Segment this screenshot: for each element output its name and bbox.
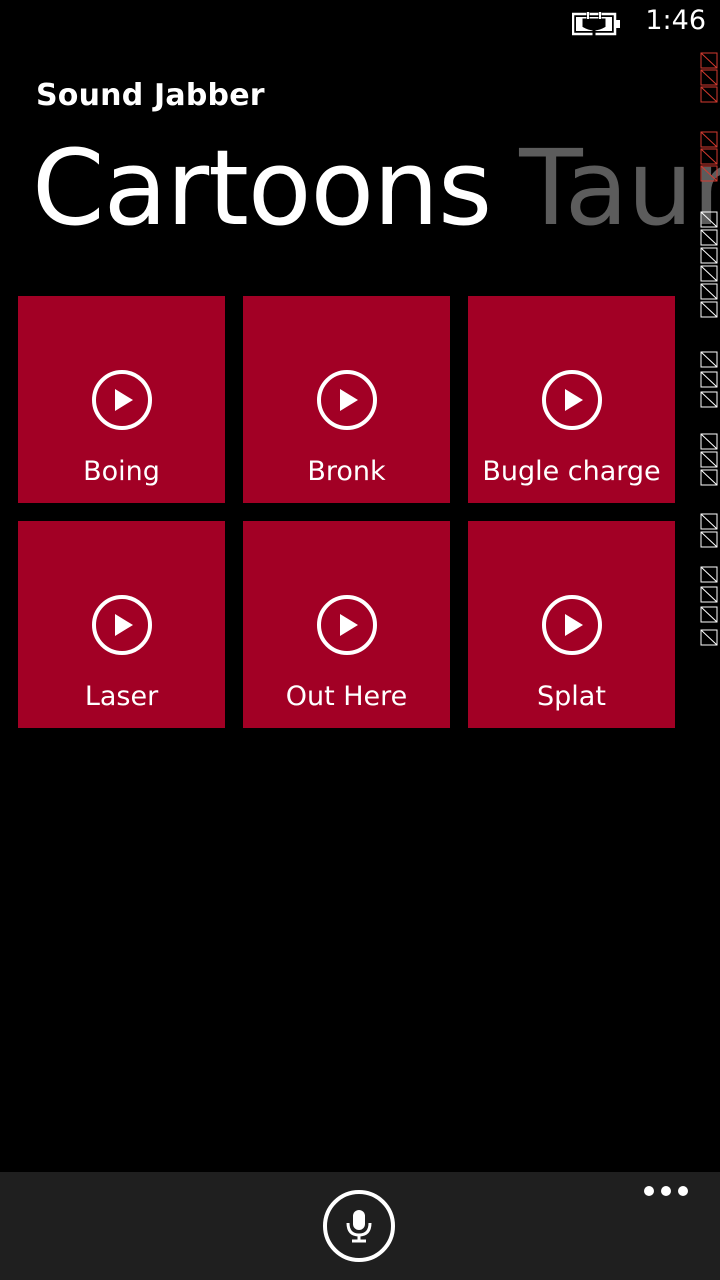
sound-tile-splat[interactable]: Splat [468,521,675,728]
more-dots-icon[interactable] [644,1186,688,1196]
sound-tile-label: Splat [537,681,606,712]
debug-counter-column [700,52,718,646]
sound-tile-bronk[interactable]: Bronk [243,296,450,503]
microphone-icon [346,1210,372,1243]
sound-tile-boing[interactable]: Boing [18,296,225,503]
pivot-header-taunts[interactable]: Taun [519,127,720,249]
play-icon [317,370,377,430]
status-clock: 1:46 [645,5,706,36]
sound-tiles-grid: Boing Bronk Bugle charge Laser Out Here … [18,296,675,728]
play-icon [542,595,602,655]
sound-tile-label: Out Here [285,681,408,712]
sound-tile-out-here[interactable]: Out Here [243,521,450,728]
more-dot [661,1186,671,1196]
more-dot [678,1186,688,1196]
app-root: 1:46 Sound Jabber CartoonsTaun [0,0,720,1280]
sound-tile-label: Laser [84,681,159,712]
more-dot [644,1186,654,1196]
pivot-header-cartoons[interactable]: Cartoons [32,127,492,249]
sound-tile-label: Bugle charge [482,456,661,487]
sound-tile-label: Bronk [307,456,386,487]
pivot-headers: CartoonsTaun [32,128,720,248]
play-icon [92,370,152,430]
status-bar: 1:46 [0,0,720,48]
microphone-button[interactable] [323,1190,395,1262]
sound-tile-label: Boing [83,456,160,487]
battery-charging-icon [572,12,620,36]
app-bar [0,1172,720,1280]
play-icon [92,595,152,655]
play-icon [317,595,377,655]
sound-tile-bugle-charge[interactable]: Bugle charge [468,296,675,503]
play-icon [542,370,602,430]
app-title: Sound Jabber [36,78,265,113]
sound-tile-laser[interactable]: Laser [18,521,225,728]
